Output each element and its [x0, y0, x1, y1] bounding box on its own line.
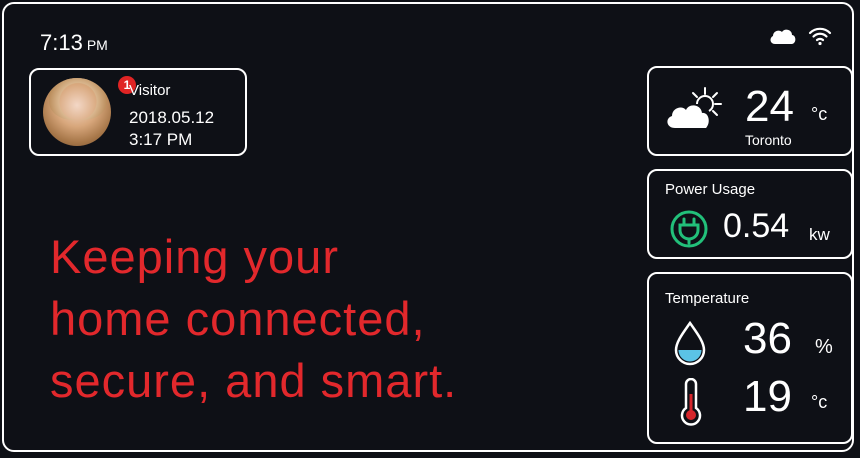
weather-temperature: 24 — [745, 82, 794, 131]
status-clock: 7:13 PM — [40, 30, 108, 56]
cloud-icon — [768, 26, 798, 51]
humidity-unit: % — [815, 336, 833, 358]
temperature-card[interactable]: Temperature 36 % 19 °c — [647, 272, 853, 444]
water-drop-icon — [673, 320, 707, 371]
tagline-line-2: home connected, — [50, 292, 426, 345]
partly-cloudy-icon — [665, 86, 723, 137]
humidity-value: 36 — [743, 314, 792, 363]
plug-icon — [669, 209, 709, 254]
status-icons — [768, 26, 832, 51]
tagline-line-3: secure, and smart. — [50, 354, 458, 407]
visitor-label: Visitor — [129, 82, 171, 99]
temperature-title: Temperature — [665, 290, 750, 307]
thermometer-icon — [677, 377, 705, 431]
clock-time: 7:13 — [40, 30, 83, 55]
avatar — [43, 78, 111, 146]
power-title: Power Usage — [665, 181, 756, 198]
wifi-icon — [808, 26, 832, 51]
power-card[interactable]: Power Usage 0.54 kw — [647, 169, 853, 259]
clock-ampm: PM — [86, 37, 108, 53]
power-unit: kw — [809, 225, 830, 244]
power-value: 0.54 — [723, 207, 790, 245]
tagline: Keeping your home connected, secure, and… — [50, 226, 610, 412]
weather-city: Toronto — [745, 132, 792, 148]
temperature-unit: °c — [811, 392, 828, 412]
weather-card[interactable]: 24 °c Toronto — [647, 66, 853, 156]
weather-unit: °c — [811, 104, 828, 124]
visitor-card[interactable]: 1 Visitor 2018.05.12 3:17 PM — [29, 68, 247, 156]
temperature-value: 19 — [743, 372, 792, 421]
tagline-line-1: Keeping your — [50, 230, 339, 283]
device-frame: 7:13 PM 1 Visitor 2018.05.12 3:17 PM Keep… — [2, 2, 854, 452]
visitor-time: 3:17 PM — [129, 130, 193, 149]
visitor-date: 2018.05.12 — [129, 108, 215, 127]
